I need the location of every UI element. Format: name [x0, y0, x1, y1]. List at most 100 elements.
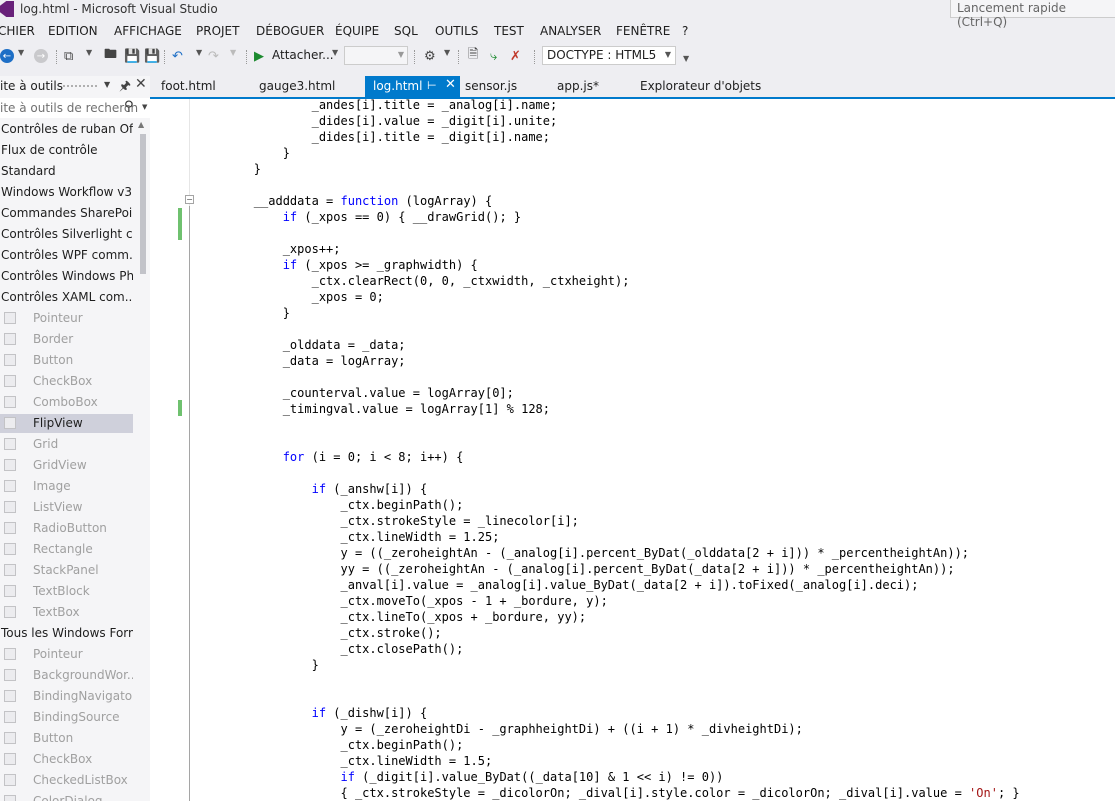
code-line[interactable]: _olddata = _data; [196, 337, 406, 353]
toolbox-control[interactable]: CheckedListBox [0, 771, 133, 790]
scroll-thumb[interactable] [140, 134, 146, 274]
toolbox-control[interactable]: Pointeur [0, 645, 133, 664]
tab-pin-icon[interactable]: ⊢ [427, 79, 437, 92]
new-project-dropdown-icon[interactable]: ▼ [86, 48, 92, 57]
code-line[interactable]: for (i = 0; i < 8; i++) { [196, 449, 464, 465]
toolbox-control[interactable]: TextBox [0, 603, 133, 622]
code-line[interactable]: _counterval.value = logArray[0]; [196, 385, 514, 401]
menu-help[interactable]: ? [682, 24, 688, 38]
toolbox-control[interactable]: Button [0, 729, 133, 748]
browser-link-button[interactable]: ⚙ [424, 48, 436, 64]
pin-icon[interactable]: 🖈 [119, 77, 131, 99]
menu-analyser[interactable]: ANALYSER [540, 24, 601, 38]
code-line[interactable]: _dides[i].value = _digit[i].unite; [196, 113, 558, 129]
code-line[interactable]: _anval[i].value = _analog[i].value_ByDat… [196, 577, 918, 593]
toolbox-category[interactable]: Windows Workflow v3.0 [0, 183, 133, 202]
menu-fenetre[interactable]: FENÊTRE [616, 24, 670, 38]
code-line[interactable]: yy = ((_zeroheightAn - (_analog[i].perce… [196, 561, 954, 577]
code-line[interactable]: _ctx.beginPath(); [196, 497, 463, 513]
tab-close-icon[interactable]: ✕ [445, 77, 456, 92]
close-icon[interactable]: ✕ [135, 76, 147, 92]
code-line[interactable]: if (_digit[i].value_ByDat((_data[10] & 1… [196, 769, 724, 785]
toolbox-control[interactable]: BindingNavigator [0, 687, 133, 706]
toolbox-control[interactable]: FlipView [0, 414, 133, 433]
menu-sql[interactable]: SQL [394, 24, 418, 38]
scroll-up-icon[interactable]: ▲ [138, 120, 144, 129]
menu-affichage[interactable]: AFFICHAGE [114, 24, 182, 38]
menu-test[interactable]: TEST [494, 24, 524, 38]
code-line[interactable]: _ctx.clearRect(0, 0, _ctxwidth, _ctxheig… [196, 273, 630, 289]
toolbox-category[interactable]: Flux de contrôle [0, 141, 133, 160]
search-icon[interactable]: ⚲ [124, 99, 134, 114]
code-line[interactable]: _ctx.lineWidth = 1.25; [196, 529, 499, 545]
toolbox-control[interactable]: Rectangle [0, 540, 133, 559]
attach-button[interactable]: ▶ [254, 48, 264, 64]
toolbox-control[interactable]: Image [0, 477, 133, 496]
code-line[interactable]: _ctx.closePath(); [196, 641, 463, 657]
tab-foot-html[interactable]: foot.html [161, 76, 216, 97]
toolbox-category[interactable]: Contrôles Silverlight co... [0, 225, 133, 244]
code-line[interactable]: _timingval.value = logArray[1] % 128; [196, 401, 550, 417]
toolbar-overflow-icon[interactable]: ▼ [683, 54, 689, 63]
toolbox-control[interactable]: TextBlock [0, 582, 133, 601]
toolbox-control[interactable]: BackgroundWor... [0, 666, 133, 685]
code-line[interactable]: _dides[i].title = _digit[i].name; [196, 129, 550, 145]
toolbox-search-input[interactable]: ite à outils de recherch ⚲ ▼ [0, 98, 150, 118]
code-line[interactable]: if (_xpos >= _graphwidth) { [196, 257, 478, 273]
code-line[interactable]: } [196, 161, 261, 177]
menu-edition[interactable]: EDITION [48, 24, 98, 38]
toolbox-control[interactable]: CheckBox [0, 372, 133, 391]
code-line[interactable]: _ctx.moveTo(_xpos - 1 + _bordure, y); [196, 593, 607, 609]
toolbox-control[interactable]: ColorDialog [0, 792, 133, 801]
browser-link-dropdown-icon[interactable]: ▼ [444, 48, 450, 57]
tab-object-browser[interactable]: Explorateur d'objets [640, 76, 761, 97]
code-line[interactable]: _ctx.lineWidth = 1.5; [196, 753, 492, 769]
code-line[interactable]: { _ctx.strokeStyle = _dicolorOn; _dival[… [196, 785, 1019, 801]
new-project-button[interactable]: ⧉ [64, 48, 73, 64]
toolbox-control[interactable]: Border [0, 330, 133, 349]
back-button[interactable]: ← [0, 48, 14, 64]
code-line[interactable]: if (_xpos == 0) { __drawGrid(); } [196, 209, 521, 225]
code-editor[interactable]: − _andes[i].title = _analog[i].name; _di… [150, 99, 1115, 801]
code-line[interactable]: _xpos++; [196, 241, 341, 257]
search-options-icon[interactable]: ▼ [142, 103, 147, 111]
clear-bookmarks-button[interactable]: ✗ [510, 48, 521, 64]
code-line[interactable]: _ctx.beginPath(); [196, 737, 463, 753]
toolbox-scrollbar[interactable]: ▲ [137, 120, 149, 280]
toolbox-control[interactable]: ListView [0, 498, 133, 517]
toolbox-control[interactable]: Grid [0, 435, 133, 454]
format-document-button[interactable]: 🗎 [468, 47, 478, 64]
code-line[interactable]: _ctx.stroke(); [196, 625, 441, 641]
toolbox-control[interactable]: Pointeur [0, 309, 133, 328]
toolbox-category[interactable]: Tous les Windows Forms [0, 624, 133, 643]
redo-button[interactable]: ↷ [208, 48, 219, 64]
open-file-button[interactable]: 🖿 [104, 47, 117, 64]
code-line[interactable]: _data = logArray; [196, 353, 406, 369]
code-line[interactable]: if (_dishw[i]) { [196, 705, 428, 721]
code-area[interactable]: _andes[i].title = _analog[i].name; _dide… [196, 99, 1115, 801]
undo-button[interactable]: ↶ [172, 48, 183, 64]
redo-dropdown-icon[interactable]: ▼ [230, 48, 236, 57]
code-line[interactable]: __adddata = function (logArray) { [196, 193, 492, 209]
code-line[interactable]: y = (_zeroheightDi - _graphheightDi) + (… [196, 721, 802, 737]
toolbox-control[interactable]: RadioButton [0, 519, 133, 538]
code-line[interactable]: _xpos = 0; [196, 289, 384, 305]
toolbox-category[interactable]: Contrôles WPF comm... [0, 246, 133, 265]
tab-log-html[interactable]: log.html ⊢ ✕ [365, 76, 460, 97]
save-button[interactable]: 💾 [124, 48, 140, 64]
menu-fichier[interactable]: CHIER [0, 24, 35, 38]
tab-sensor-js[interactable]: sensor.js [465, 76, 517, 97]
forward-button[interactable]: → [34, 48, 48, 64]
attach-dropdown-icon[interactable]: ▼ [332, 48, 338, 57]
toolbox-control[interactable]: BindingSource [0, 708, 133, 727]
toolbox-control[interactable]: Button [0, 351, 133, 370]
toolbox-category[interactable]: Contrôles XAML com... [0, 288, 133, 307]
toolbox-control[interactable]: CheckBox [0, 750, 133, 769]
tab-gauge3-html[interactable]: gauge3.html [259, 76, 335, 97]
undo-dropdown-icon[interactable]: ▼ [196, 48, 202, 57]
bookmark-button[interactable]: ⤷ [490, 48, 497, 64]
code-line[interactable]: if (_anshw[i]) { [196, 481, 428, 497]
collapse-icon[interactable]: − [185, 195, 194, 204]
code-line[interactable]: } [196, 145, 290, 161]
toolbox-category[interactable]: Commandes SharePoint [0, 204, 133, 223]
